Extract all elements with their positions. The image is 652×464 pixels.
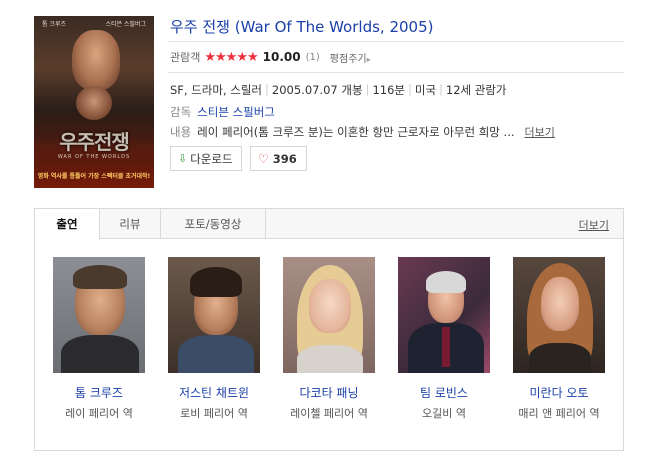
photo-body [61,335,139,373]
cast-name[interactable]: 저스틴 채트윈 [168,384,260,401]
info-divider [168,72,624,73]
cast-item[interactable]: 팀 로빈스 오길비 역 [398,257,490,421]
poster-tagline: 영화 역사를 통틀어 가장 스펙터클 초거대작! [37,173,151,180]
rate-button[interactable]: 평점주기▸ [330,50,371,65]
cast-photo[interactable] [398,257,490,373]
release-date: 2005.07.07 개봉 [271,83,363,97]
cast-item[interactable]: 톰 크루즈 레이 페리어 역 [53,257,145,421]
meta-separator: | [365,82,370,96]
rating-score: 10.00 [262,50,301,64]
cast-item[interactable]: 다코타 패닝 레이첼 페리어 역 [283,257,375,421]
poster-title: 우주전쟁 [59,130,130,154]
meta-separator: | [407,82,412,96]
director-link[interactable]: 스티븐 스필버그 [197,105,275,119]
director-label: 감독 [170,105,192,119]
poster-subtitle: WAR OF THE WORLDS [57,154,131,160]
cast-role: 로비 페리어 역 [180,407,248,420]
photo-body [529,343,591,373]
cast-name[interactable]: 미란다 오토 [513,384,605,401]
cast-more-link[interactable]: 더보기 [579,217,609,233]
photo-hair [190,267,242,297]
poster-child-face [76,86,112,120]
cast-panel: 출연 리뷰 포토/동영상 더보기 톰 크루즈 레이 페리어 역 저스틴 채트윈 … [34,208,624,451]
poster-credit-right: 스티븐 스필버그 [105,21,146,28]
plot-label: 내용 [170,125,192,139]
rating-stars-icon: ★★★★★ [204,49,258,65]
runtime: 116분 [372,83,405,97]
photo-hair [73,265,127,289]
like-count: 396 [272,151,297,166]
cast-name[interactable]: 팀 로빈스 [398,384,490,401]
tab-review[interactable]: 리뷰 [100,209,161,239]
cast-role: 오길비 역 [422,407,466,420]
plot-row: 내용 레이 페리어(톰 크루즈 분)는 이혼한 항만 근로자로 아무런 희망 .… [170,124,555,140]
poster-credits: 톰 크루즈 스티븐 스필버그 [34,19,154,28]
tab-cast[interactable]: 출연 [35,209,100,240]
rate-button-label: 평점주기 [329,53,367,65]
movie-title[interactable]: 우주 전쟁 (War Of The Worlds, 2005) [170,16,433,37]
country: 미국 [414,83,437,97]
meta-separator: | [439,82,443,96]
cast-photo[interactable] [283,257,375,373]
tab-bar: 출연 리뷰 포토/동영상 더보기 [35,209,623,240]
cast-name[interactable]: 톰 크루즈 [53,384,145,401]
plot-summary: 레이 페리어(톰 크루즈 분)는 이혼한 항만 근로자로 아무런 희망 ... [197,125,515,139]
chevron-right-icon: ▸ [366,54,371,64]
cast-name[interactable]: 다코타 패닝 [283,384,375,401]
download-icon: ⇩ [178,152,188,165]
movie-meta: SF, 드라마, 스릴러 | 2005.07.07 개봉 | 116분 | 미국… [170,82,507,98]
photo-head [541,277,579,331]
movie-poster[interactable]: 톰 크루즈 스티븐 스필버그 우주전쟁 WAR OF THE WORLDS 영화… [34,16,154,188]
photo-body [178,335,254,373]
cast-photo[interactable] [53,257,145,373]
rating-label: 관람객 [170,51,201,64]
photo-tie [442,327,450,367]
photo-body [297,345,363,373]
rating-count: (1) [305,51,320,63]
age-rating: 12세 관람가 [445,83,507,97]
like-button[interactable]: ♡ 396 [250,146,307,171]
cast-role: 매리 앤 페리어 역 [518,407,600,420]
photo-head [309,279,351,333]
plot-more-link[interactable]: 더보기 [525,124,555,140]
director-row: 감독 스티븐 스필버그 [170,104,275,120]
cast-list: 톰 크루즈 레이 페리어 역 저스틴 채트윈 로비 페리어 역 다코타 패닝 레… [53,257,605,421]
cast-role: 레이첼 페리어 역 [290,407,368,420]
genre: SF, 드라마, 스릴러 [170,83,263,97]
cast-item[interactable]: 저스틴 채트윈 로비 페리어 역 [168,257,260,421]
heart-icon: ♡ [258,151,269,166]
title-divider [168,41,624,42]
cast-photo[interactable] [513,257,605,373]
cast-role: 레이 페리어 역 [65,407,133,420]
photo-hair [426,271,466,293]
tab-photo-video[interactable]: 포토/동영상 [161,209,266,239]
download-label: 다운로드 [190,151,233,166]
cast-item[interactable]: 미란다 오토 매리 앤 페리어 역 [513,257,605,421]
download-button[interactable]: ⇩ 다운로드 [170,146,242,171]
poster-actor-face [72,30,120,90]
rating-row: 관람객 ★★★★★ 10.00 (1) 평점주기▸ [170,49,371,65]
meta-separator: | [265,82,269,96]
cast-photo[interactable] [168,257,260,373]
poster-credit-left: 톰 크루즈 [42,21,66,28]
